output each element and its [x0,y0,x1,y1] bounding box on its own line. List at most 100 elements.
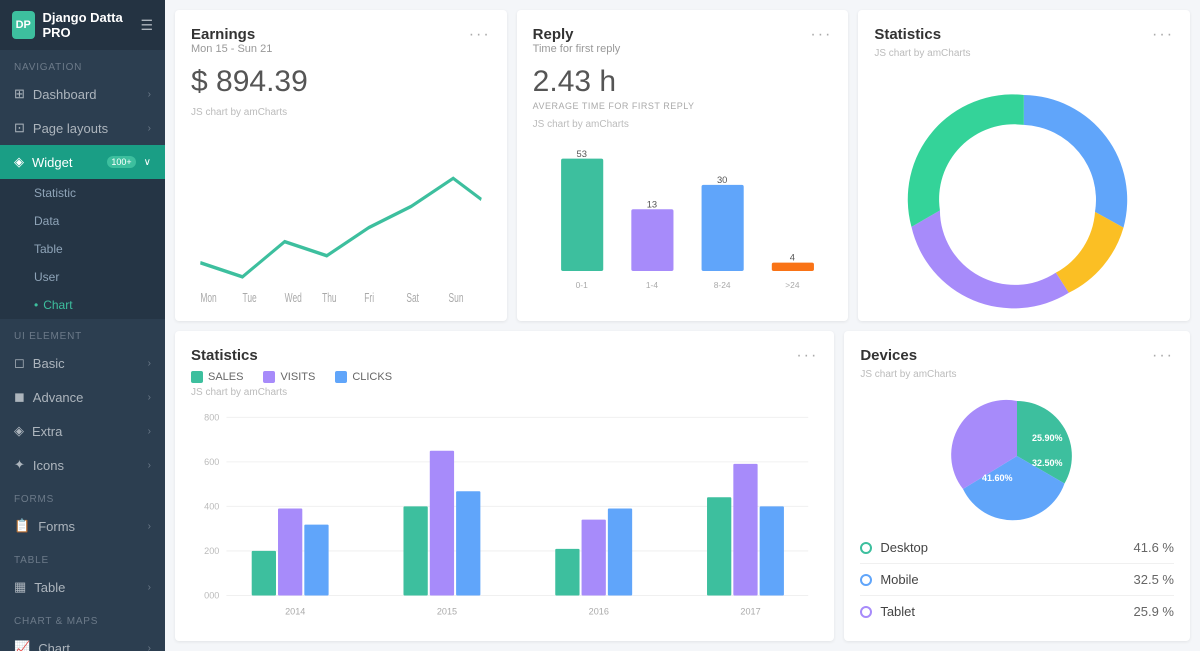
earnings-chart-label: JS chart by amCharts [191,107,491,118]
sidebar-item-label: Chart [38,641,139,651]
devices-more-icon[interactable]: ··· [1152,347,1174,365]
row-2: Statistics ··· SALES VISITS CLICKS JS ch… [175,331,1190,641]
basic-icon: ◻ [14,355,25,371]
desktop-circle-icon [860,542,872,554]
sidebar-item-widget[interactable]: ◈ Widget 100+ ∨ [0,145,165,179]
ui-section-label: UI ELEMENT [0,319,165,346]
earnings-value: $ 894.39 [191,65,491,99]
svg-text:4: 4 [789,253,794,263]
sidebar-item-advance[interactable]: ◼ Advance › [0,380,165,414]
svg-text:13: 13 [646,199,656,209]
sidebar-item-extra[interactable]: ◈ Extra › [0,414,165,448]
sidebar-item-label: Dashboard [33,87,140,102]
reply-subtitle: Time for first reply [533,43,621,55]
svg-text:8-24: 8-24 [713,280,730,290]
svg-text:53: 53 [576,149,586,159]
svg-text:30: 30 [717,175,727,185]
sidebar-item-label: Widget [32,155,99,170]
reply-more-icon[interactable]: ··· [810,26,832,44]
reply-avg-label: AVERAGE TIME FOR FIRST REPLY [533,101,833,111]
sidebar-item-basic[interactable]: ◻ Basic › [0,346,165,380]
earnings-more-icon[interactable]: ··· [469,26,491,44]
tablet-circle-icon [860,606,872,618]
main-content: Earnings Mon 15 - Sun 21 ··· $ 894.39 JS… [165,0,1200,651]
app-name: Django Datta PRO [43,10,133,40]
sidebar-sub-data[interactable]: Data [0,207,165,235]
sidebar-sub-table[interactable]: Table [0,235,165,263]
sidebar-item-icons[interactable]: ✦ Icons › [0,448,165,482]
mobile-pct: 32.5 % [1134,572,1174,587]
sidebar-item-table[interactable]: ▦ Table › [0,570,165,604]
chevron-down-icon: ∨ [144,157,151,168]
table-icon: ▦ [14,579,26,595]
svg-text:Mon: Mon [200,292,216,305]
forms-icon: 📋 [14,518,30,534]
chevron-right-icon: › [148,426,151,437]
mobile-circle-icon [860,574,872,586]
sidebar-item-label: Advance [33,390,140,405]
svg-text:41.60%: 41.60% [982,473,1013,483]
statistics-bar-more-icon[interactable]: ··· [796,347,818,365]
advance-icon: ◼ [14,389,25,405]
statistics-donut-card: Statistics ··· JS chart by amCharts [858,10,1190,321]
dashboard-icon: ⊞ [14,86,25,102]
svg-text:Sun: Sun [449,292,464,305]
sidebar-sub-user[interactable]: User [0,263,165,291]
svg-text:400: 400 [204,501,219,511]
svg-text:800: 800 [204,412,219,422]
sidebar-item-forms[interactable]: 📋 Forms › [0,509,165,543]
sidebar-item-label: Forms [38,519,139,534]
svg-text:>24: >24 [785,280,800,290]
bullet-icon: • [34,298,38,312]
reply-card: Reply Time for first reply ··· 2.43 h AV… [517,10,849,321]
svg-text:2014: 2014 [285,607,305,617]
svg-text:Thu: Thu [322,292,337,305]
device-item-tablet: Tablet 25.9 % [860,596,1174,627]
legend-visits: VISITS [280,371,315,383]
svg-text:Sat: Sat [406,292,419,305]
svg-text:Wed: Wed [285,292,302,305]
sidebar-item-label: Extra [32,424,140,439]
sidebar-item-label: Icons [33,458,140,473]
reply-title: Reply [533,26,621,43]
earnings-card: Earnings Mon 15 - Sun 21 ··· $ 894.39 JS… [175,10,507,321]
svg-text:200: 200 [204,546,219,556]
chevron-right-icon: › [148,392,151,403]
legend-sales: SALES [208,371,243,383]
mobile-label: Mobile [880,572,1125,587]
device-list: Desktop 41.6 % Mobile 32.5 % Tablet 25.9… [860,532,1174,627]
chart-section-label: CHART & MAPS [0,604,165,631]
statistics-bar-title: Statistics [191,347,258,364]
svg-text:2015: 2015 [437,607,457,617]
devices-card: Devices ··· JS chart by amCharts 25.90% … [844,331,1190,641]
sidebar-logo[interactable]: DP Django Datta PRO ☰ [0,0,165,50]
sidebar-item-label: Page layouts [33,121,140,136]
sidebar-sub-chart[interactable]: • Chart [0,291,165,319]
sidebar-toggle-icon[interactable]: ☰ [140,17,153,34]
statistics-donut-chart-label: JS chart by amCharts [874,48,1174,59]
chevron-right-icon: › [148,358,151,369]
svg-text:0-1: 0-1 [575,280,587,290]
sidebar-sub-statistic[interactable]: Statistic [0,179,165,207]
widget-icon: ◈ [14,154,24,170]
sidebar-item-chart[interactable]: 📈 Chart › [0,631,165,651]
sidebar-item-dashboard[interactable]: ⊞ Dashboard › [0,77,165,111]
statistics-bar-card: Statistics ··· SALES VISITS CLICKS JS ch… [175,331,834,641]
table-section-label: TABLE [0,543,165,570]
sidebar: DP Django Datta PRO ☰ NAVIGATION ⊞ Dashb… [0,0,165,651]
chevron-right-icon: › [148,582,151,593]
earnings-title: Earnings [191,26,272,43]
desktop-pct: 41.6 % [1134,540,1174,555]
chevron-right-icon: › [148,89,151,100]
badge: 100+ [107,156,135,168]
earnings-subtitle: Mon 15 - Sun 21 [191,43,272,55]
tablet-label: Tablet [880,604,1125,619]
sidebar-item-label: Basic [33,356,140,371]
svg-text:Fri: Fri [364,292,374,305]
sidebar-item-pagelayouts[interactable]: ⊡ Page layouts › [0,111,165,145]
device-item-mobile: Mobile 32.5 % [860,564,1174,596]
statistics-donut-title: Statistics [874,26,941,43]
svg-text:000: 000 [204,590,219,600]
statistics-donut-more-icon[interactable]: ··· [1152,26,1174,44]
app-logo-icon: DP [12,11,35,39]
